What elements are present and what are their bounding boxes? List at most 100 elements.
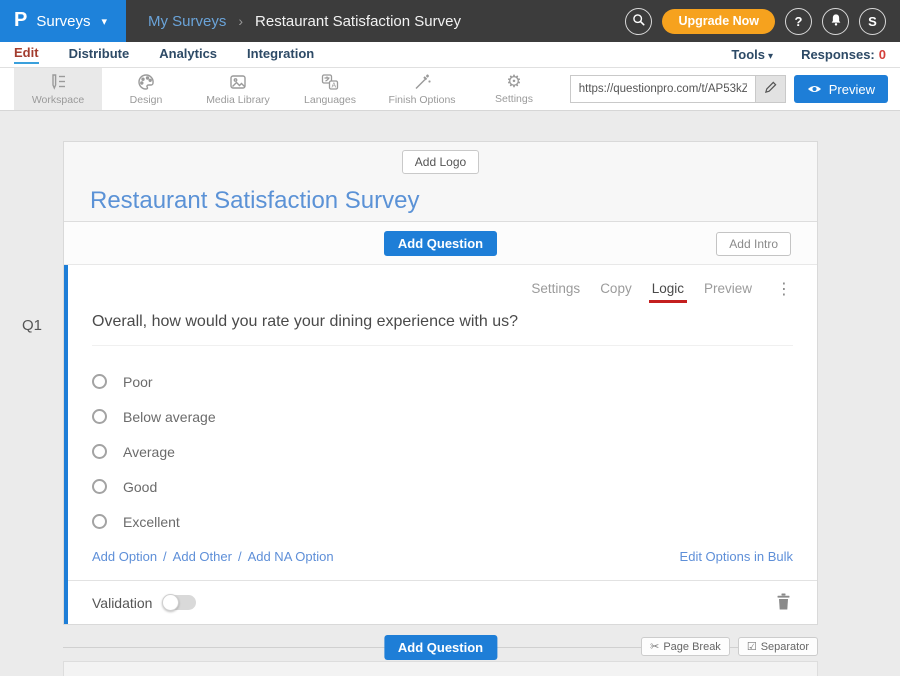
toolbar-item-label: Design <box>130 94 163 106</box>
nav-right: Tools▾ Responses:0 <box>731 47 886 62</box>
toolbar-item-label: Workspace <box>32 94 84 106</box>
next-section-preview <box>63 661 818 676</box>
svg-text:A: A <box>332 82 337 89</box>
question-preview-link[interactable]: Preview <box>704 281 752 296</box>
toolbar-item-languages[interactable]: A Languages <box>286 68 374 110</box>
slash-separator: / <box>163 549 167 564</box>
kebab-menu-icon[interactable]: ⋮ <box>776 279 793 298</box>
add-option-link[interactable]: Add Option <box>92 549 157 564</box>
toolbar-item-design[interactable]: Design <box>102 68 190 110</box>
notifications-button[interactable] <box>822 8 849 35</box>
survey-link-area: Preview <box>570 68 888 110</box>
add-question-button-top[interactable]: Add Question <box>384 231 497 256</box>
preview-button[interactable]: Preview <box>794 75 888 103</box>
question-copy-link[interactable]: Copy <box>600 281 632 296</box>
trash-icon <box>776 598 791 613</box>
option-label[interactable]: Excellent <box>123 514 180 530</box>
languages-icon: A <box>320 72 340 92</box>
question-settings-link[interactable]: Settings <box>531 281 580 296</box>
option-row: Poor <box>92 364 793 399</box>
survey-workspace: Q1 Add Logo Restaurant Satisfaction Surv… <box>0 111 900 676</box>
design-palette-icon <box>136 72 156 92</box>
toolbar-item-finish-options[interactable]: Finish Options <box>374 68 470 110</box>
question-text[interactable]: Overall, how would you rate your dining … <box>92 313 793 346</box>
add-question-button-bottom[interactable]: Add Question <box>384 635 497 660</box>
pencil-icon <box>764 81 777 97</box>
toggle-knob <box>162 594 179 611</box>
checkbox-icon: ☑ <box>747 640 757 653</box>
option-row: Excellent <box>92 504 793 539</box>
header-actions: Upgrade Now ? S <box>625 8 886 35</box>
breadcrumb-separator-icon: › <box>238 13 243 29</box>
help-icon: ? <box>795 14 803 29</box>
footer-right-buttons: ✂ Page Break ☑ Separator <box>641 637 818 656</box>
radio-button[interactable] <box>92 514 107 529</box>
breadcrumb-current-survey: Restaurant Satisfaction Survey <box>255 13 461 30</box>
add-na-option-link[interactable]: Add NA Option <box>248 549 334 564</box>
survey-card: Add Logo Restaurant Satisfaction Survey … <box>63 141 818 625</box>
option-label[interactable]: Average <box>123 444 175 460</box>
tab-distribute[interactable]: Distribute <box>69 46 130 63</box>
delete-question-button[interactable] <box>776 593 791 613</box>
question-actions: Settings Copy Logic Preview ⋮ <box>92 279 793 298</box>
option-row: Average <box>92 434 793 469</box>
add-intro-button[interactable]: Add Intro <box>716 232 791 256</box>
question-card: Settings Copy Logic Preview ⋮ Overall, h… <box>64 265 817 624</box>
workspace-icon <box>48 72 68 92</box>
toolbar-item-settings[interactable]: ⚙ Settings <box>470 68 558 110</box>
chevron-down-icon: ▾ <box>768 51 773 62</box>
finish-options-wand-icon <box>412 72 432 92</box>
option-label[interactable]: Good <box>123 479 157 495</box>
survey-container: Add Logo Restaurant Satisfaction Survey … <box>63 141 818 676</box>
validation-toggle[interactable] <box>164 595 196 610</box>
chevron-down-icon: ▾ <box>102 15 108 28</box>
top-header: P Surveys ▾ My Surveys › Restaurant Sati… <box>0 0 900 42</box>
page-break-button[interactable]: ✂ Page Break <box>641 637 730 656</box>
survey-title[interactable]: Restaurant Satisfaction Survey <box>90 187 817 215</box>
section-gap <box>63 625 818 635</box>
bell-icon <box>829 13 843 30</box>
slash-separator: / <box>238 549 242 564</box>
tab-integration[interactable]: Integration <box>247 46 314 63</box>
toolbar-item-label: Languages <box>304 94 356 106</box>
logic-highlight-annotation <box>649 300 687 303</box>
validation-row: Validation <box>68 580 817 624</box>
responses-link[interactable]: Responses:0 <box>801 47 886 62</box>
add-question-row: Add Question Add Intro <box>64 222 817 265</box>
radio-button[interactable] <box>92 409 107 424</box>
edit-url-button[interactable] <box>756 75 786 103</box>
help-button[interactable]: ? <box>785 8 812 35</box>
option-row: Below average <box>92 399 793 434</box>
option-label[interactable]: Below average <box>123 409 216 425</box>
radio-button[interactable] <box>92 374 107 389</box>
radio-button[interactable] <box>92 479 107 494</box>
toolbar-item-workspace[interactable]: Workspace <box>14 68 102 110</box>
add-other-link[interactable]: Add Other <box>173 549 232 564</box>
survey-url-input[interactable] <box>570 75 756 103</box>
toolbar-item-label: Finish Options <box>388 94 455 106</box>
breadcrumb-my-surveys[interactable]: My Surveys <box>148 13 226 30</box>
breadcrumb: My Surveys › Restaurant Satisfaction Sur… <box>148 13 461 30</box>
survey-header-section: Add Logo Restaurant Satisfaction Survey <box>64 142 817 222</box>
gear-icon: ⚙ <box>506 74 521 91</box>
edit-options-in-bulk-link[interactable]: Edit Options in Bulk <box>680 549 793 564</box>
product-switcher[interactable]: P Surveys ▾ <box>0 0 126 42</box>
tools-menu[interactable]: Tools▾ <box>731 47 773 62</box>
radio-button[interactable] <box>92 444 107 459</box>
avatar[interactable]: S <box>859 8 886 35</box>
option-label[interactable]: Poor <box>123 374 153 390</box>
tab-edit[interactable]: Edit <box>14 45 39 64</box>
tab-analytics[interactable]: Analytics <box>159 46 217 63</box>
eye-icon <box>807 82 822 97</box>
add-logo-button[interactable]: Add Logo <box>402 150 479 174</box>
media-library-icon <box>228 72 248 92</box>
toolbar-item-media-library[interactable]: Media Library <box>190 68 286 110</box>
question-number: Q1 <box>22 317 42 334</box>
separator-button[interactable]: ☑ Separator <box>738 637 818 656</box>
option-row: Good <box>92 469 793 504</box>
answer-options: Poor Below average Average Good <box>92 364 793 539</box>
questionpro-logo: P <box>14 10 27 30</box>
upgrade-button[interactable]: Upgrade Now <box>662 9 775 34</box>
search-button[interactable] <box>625 8 652 35</box>
question-logic-link[interactable]: Logic <box>652 281 684 296</box>
